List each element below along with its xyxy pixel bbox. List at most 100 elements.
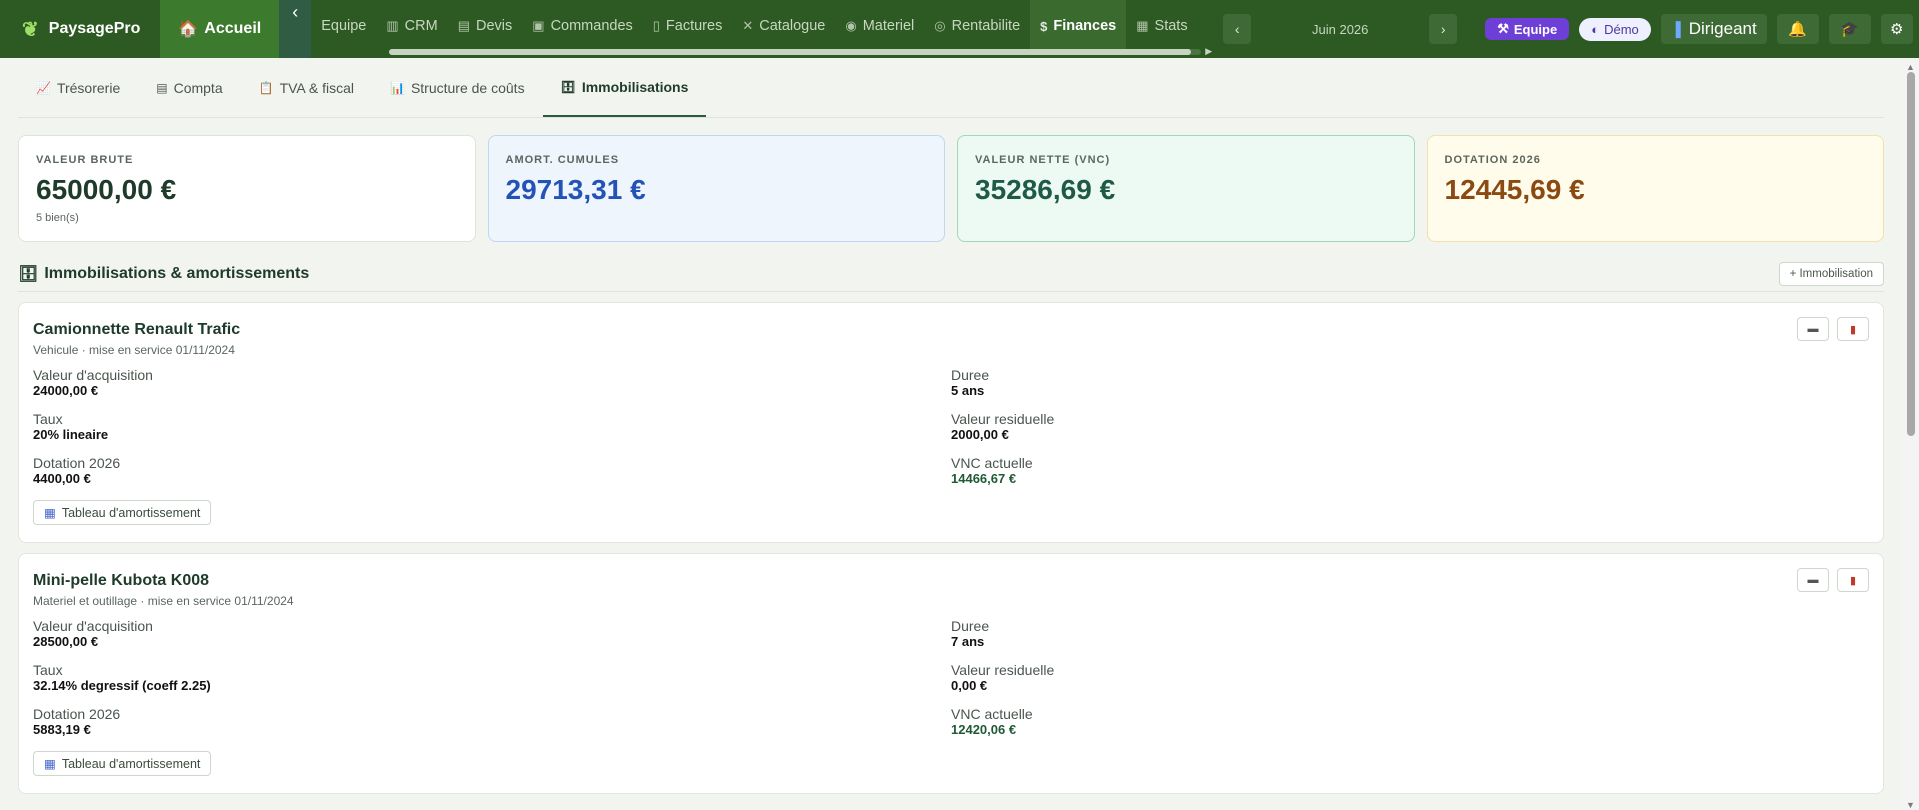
nav-item-crm[interactable]: ▥ CRM bbox=[376, 0, 447, 52]
tab-compta[interactable]: ▤ Compta bbox=[138, 57, 240, 117]
notifications-button[interactable]: 🔔 bbox=[1776, 14, 1819, 44]
bar-chart-icon: ▦ bbox=[1136, 18, 1149, 33]
field-residuelle: Valeur residuelle 0,00 € bbox=[951, 662, 1869, 706]
field-label: VNC actuelle bbox=[951, 455, 1033, 471]
graduation-cap-icon: 🎓 bbox=[1840, 21, 1860, 38]
training-button[interactable]: 🎓 bbox=[1828, 14, 1871, 44]
kpi-value: 65000,00 € bbox=[36, 174, 177, 205]
field-label: Dotation 2026 bbox=[33, 455, 121, 471]
asset-meta: Vehicule · mise en service 01/11/2024 bbox=[33, 343, 235, 357]
asset-actions: ▬ ▮ bbox=[1797, 568, 1869, 592]
nav-item-equipe[interactable]: Equipe bbox=[311, 0, 376, 52]
main-content: 📈 Trésorerie ▤ Compta 📋 TVA & fiscal 📊 Struc… bbox=[18, 58, 1884, 794]
tab-label: Immobilisations bbox=[581, 79, 689, 95]
target-icon: ◎ bbox=[934, 18, 946, 33]
field-value: 2000,00 € bbox=[951, 427, 1009, 442]
field-label: Dotation 2026 bbox=[33, 706, 121, 722]
asset-meta: Materiel et outillage · mise en service … bbox=[33, 594, 294, 608]
tab-structure-couts[interactable]: 📊 Structure de coûts bbox=[372, 57, 543, 117]
trash-icon: ▮ bbox=[1849, 323, 1857, 336]
page-scrollbar-thumb[interactable] bbox=[1907, 72, 1915, 436]
field-value: 24000,00 € bbox=[33, 383, 99, 398]
chevron-left-icon: ‹ bbox=[1234, 21, 1240, 37]
tractor-icon: ◉ bbox=[845, 18, 857, 33]
leaf-icon: ❦ bbox=[22, 18, 39, 41]
scroll-down-arrow-icon[interactable]: ▼ bbox=[1906, 800, 1915, 810]
kpi-sub: 5 bien(s) bbox=[36, 212, 79, 224]
field-taux: Taux 32.14% degressif (coeff 2.25) bbox=[33, 662, 951, 706]
tab-tva-fiscal[interactable]: 📋 TVA & fiscal bbox=[241, 57, 372, 117]
tab-immobilisations[interactable]: 🗄 Immobilisations bbox=[542, 57, 707, 117]
field-label: Duree bbox=[951, 367, 990, 383]
cabinet-icon: 🗄 bbox=[560, 80, 576, 94]
nav-label: Devis bbox=[476, 18, 513, 34]
ledger-icon: ▤ bbox=[156, 81, 168, 95]
kpi-value: 12445,69 € bbox=[1444, 174, 1585, 205]
nav-item-stats[interactable]: ▦ Stats bbox=[1126, 0, 1197, 52]
delete-button[interactable]: ▮ bbox=[1837, 568, 1869, 592]
tab-label: Compta bbox=[173, 80, 223, 96]
nav-label: Catalogue bbox=[759, 18, 826, 34]
amortization-table-button[interactable]: ▦ Tableau d'amortissement bbox=[33, 500, 212, 525]
field-value: 14466,67 € bbox=[951, 471, 1017, 486]
field-value: 12420,06 € bbox=[951, 722, 1017, 737]
nav-scrollbar[interactable] bbox=[389, 49, 1202, 55]
demo-pill[interactable]: ◐ Démo bbox=[1579, 17, 1651, 41]
settings-button[interactable]: ⚙ bbox=[1880, 14, 1913, 44]
tools-icon: ✕ bbox=[742, 18, 754, 33]
asset-details: Valeur d'acquisition 28500,00 € Taux 32.14… bbox=[33, 618, 1869, 776]
scroll-up-arrow-icon[interactable]: ▲ bbox=[1906, 62, 1915, 72]
palette-icon: ◐ bbox=[1591, 21, 1600, 37]
jeans-icon: ▐ bbox=[1670, 21, 1681, 37]
section-title: 🗄 Immobilisations & amortissements bbox=[18, 264, 309, 284]
scroll-right-arrow-icon[interactable]: ▶ bbox=[1205, 46, 1212, 57]
finance-tabs: 📈 Trésorerie ▤ Compta 📋 TVA & fiscal 📊 Struc… bbox=[18, 58, 1884, 118]
team-mode-pill[interactable]: ⚒ Equipe bbox=[1485, 18, 1570, 40]
nav-item-catalogue[interactable]: ✕ Catalogue bbox=[732, 0, 835, 52]
prev-month-button[interactable]: ‹ bbox=[1223, 14, 1252, 44]
field-value: 0,00 € bbox=[951, 678, 988, 693]
add-immobilisation-button[interactable]: + Immobilisation bbox=[1778, 261, 1884, 286]
nav-item-factures[interactable]: ▯ Factures bbox=[643, 0, 733, 52]
role-selector[interactable]: ▐ Dirigeant bbox=[1660, 14, 1767, 44]
brand-logo[interactable]: ❦ PaysagePro bbox=[0, 0, 160, 58]
asset-actions: ▬ ▮ bbox=[1797, 317, 1869, 341]
field-acquisition: Valeur d'acquisition 28500,00 € bbox=[33, 618, 951, 662]
tab-label: Trésorerie bbox=[56, 80, 121, 96]
edit-button[interactable]: ▬ bbox=[1797, 317, 1829, 341]
home-button[interactable]: 🏠 Accueil bbox=[160, 0, 280, 58]
chevron-right-icon: › bbox=[1440, 21, 1446, 37]
nav-item-devis[interactable]: ▤ Devis bbox=[448, 0, 523, 52]
field-label: VNC actuelle bbox=[951, 706, 1033, 722]
field-dotation: Dotation 2026 4400,00 € bbox=[33, 455, 951, 499]
wrench-icon: ⚒ bbox=[1497, 21, 1509, 36]
field-label: Valeur d'acquisition bbox=[33, 367, 153, 383]
chart-icon: 📈 bbox=[36, 81, 51, 95]
delete-button[interactable]: ▮ bbox=[1837, 317, 1869, 341]
nav-item-materiel[interactable]: ◉ Materiel bbox=[835, 0, 924, 52]
nav-item-finances[interactable]: $ Finances bbox=[1030, 0, 1127, 52]
field-taux: Taux 20% lineaire bbox=[33, 411, 951, 455]
next-month-button[interactable]: › bbox=[1429, 14, 1458, 44]
asset-col-left: Valeur d'acquisition 24000,00 € Taux 20% l… bbox=[33, 367, 951, 525]
asset-card: Mini-pelle Kubota K008 Materiel et outil… bbox=[18, 553, 1884, 794]
nav-scrollbar-thumb[interactable] bbox=[389, 49, 1192, 55]
pencil-icon: ▬ bbox=[1807, 323, 1819, 335]
nav-label: Equipe bbox=[321, 18, 367, 34]
field-duree: Duree 5 ans bbox=[951, 367, 1869, 411]
asset-col-right: Duree 5 ans Valeur residuelle 2000,00 € VN… bbox=[951, 367, 1869, 525]
asset-card: Camionnette Renault Trafic Vehicule · mi… bbox=[18, 302, 1884, 543]
nav-item-commandes[interactable]: ▣ Commandes bbox=[522, 0, 643, 52]
edit-button[interactable]: ▬ bbox=[1797, 568, 1829, 592]
asset-col-left: Valeur d'acquisition 28500,00 € Taux 32.14… bbox=[33, 618, 951, 776]
page-scrollbar[interactable]: ▲ ▼ bbox=[1902, 62, 1919, 810]
kpi-valeur-nette: VALEUR NETTE (VNC) 35286,69 € bbox=[957, 135, 1415, 242]
nav-item-rentabilite[interactable]: ◎ Rentabilite bbox=[924, 0, 1030, 52]
brand-name: PaysagePro bbox=[48, 20, 141, 37]
kpi-amort-cumules: AMORT. CUMULES 29713,31 € bbox=[487, 135, 945, 242]
cabinet-icon: 🗄 bbox=[18, 265, 39, 283]
tab-tresorerie[interactable]: 📈 Trésorerie bbox=[18, 57, 138, 117]
nav-collapse-button[interactable]: ‹ bbox=[279, 0, 312, 58]
section-header: 🗄 Immobilisations & amortissements + Immo… bbox=[18, 256, 1884, 292]
amortization-table-button[interactable]: ▦ Tableau d'amortissement bbox=[33, 751, 212, 776]
